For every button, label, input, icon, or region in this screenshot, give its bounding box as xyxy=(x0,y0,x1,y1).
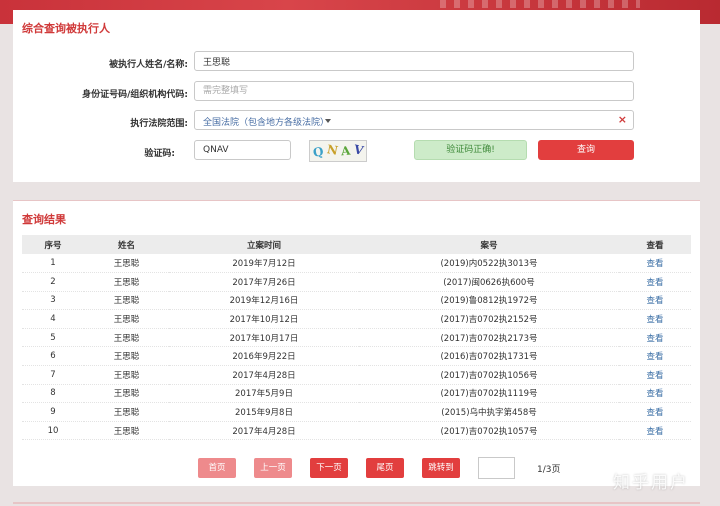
captcha-char: V xyxy=(352,142,365,158)
row-name: 王思聪 xyxy=(84,309,169,329)
row-case-number: (2016)吉0702执1731号 xyxy=(359,346,619,367)
captcha-status-badge: 验证码正确! xyxy=(414,140,527,160)
row-case-number: (2019)鲁0812执1972号 xyxy=(359,291,619,311)
captcha-label: 验证码: xyxy=(144,149,175,159)
row-case-number: (2017)吉0702执2173号 xyxy=(359,328,619,348)
court-select-value: 全国法院（包含地方各级法院） xyxy=(203,118,330,128)
clear-icon[interactable]: × xyxy=(618,113,627,126)
row-index: 2 xyxy=(22,272,84,292)
captcha-char: N xyxy=(325,142,340,158)
captcha-char: A xyxy=(340,143,351,159)
row-index: 9 xyxy=(22,402,84,422)
row-date: 2019年7月12日 xyxy=(169,254,359,274)
table-row: 5 王思聪 2017年10月17日 (2017)吉0702执2173号 查看 xyxy=(22,328,691,348)
row-date: 2017年7月26日 xyxy=(169,272,359,292)
results-panel-title: 查询结果 xyxy=(22,213,66,226)
id-input[interactable] xyxy=(194,81,634,101)
court-label: 执行法院范围: xyxy=(130,119,188,129)
last-page-button[interactable]: 尾页 xyxy=(366,458,404,478)
row-case-number: (2019)内0522执3013号 xyxy=(359,254,619,274)
table-row: 10 王思聪 2017年4月28日 (2017)吉0702执1057号 查看 xyxy=(22,421,691,441)
row-index: 1 xyxy=(22,254,84,274)
view-link[interactable]: 查看 xyxy=(619,254,691,274)
view-link[interactable]: 查看 xyxy=(619,309,691,329)
name-input[interactable] xyxy=(194,51,634,71)
row-name: 王思聪 xyxy=(84,402,169,422)
next-page-button[interactable]: 下一页 xyxy=(310,458,348,478)
row-case-number: (2017)吉0702执1119号 xyxy=(359,384,619,404)
view-link[interactable]: 查看 xyxy=(619,384,691,404)
row-name: 王思聪 xyxy=(84,272,169,292)
row-date: 2016年9月22日 xyxy=(169,346,359,367)
row-index: 10 xyxy=(22,421,84,441)
search-panel: 综合查询被执行人 被执行人姓名/名称: 身份证号码/组织机构代码: 执行法院范围… xyxy=(13,10,700,182)
court-select[interactable]: 全国法院（包含地方各级法院） × xyxy=(194,110,634,130)
view-link[interactable]: 查看 xyxy=(619,421,691,441)
row-date: 2017年4月28日 xyxy=(169,365,359,385)
chevron-down-icon xyxy=(325,119,331,123)
table-row: 1 王思聪 2019年7月12日 (2019)内0522执3013号 查看 xyxy=(22,254,691,274)
view-link[interactable]: 查看 xyxy=(619,291,691,311)
row-name: 王思聪 xyxy=(84,365,169,385)
bottom-divider xyxy=(13,502,700,504)
table-row: 8 王思聪 2017年5月9日 (2017)吉0702执1119号 查看 xyxy=(22,384,691,404)
column-header: 案号 xyxy=(359,235,619,254)
row-date: 2017年4月28日 xyxy=(169,421,359,441)
column-header: 姓名 xyxy=(84,235,169,254)
row-case-number: (2017)吉0702执1057号 xyxy=(359,421,619,441)
view-link[interactable]: 查看 xyxy=(619,346,691,367)
view-link[interactable]: 查看 xyxy=(619,272,691,292)
row-name: 王思聪 xyxy=(84,421,169,441)
row-case-number: (2017)吉0702执2152号 xyxy=(359,309,619,329)
row-case-number: (2017)吉0702执1056号 xyxy=(359,365,619,385)
row-name: 王思聪 xyxy=(84,254,169,274)
row-index: 4 xyxy=(22,309,84,329)
row-index: 8 xyxy=(22,384,84,404)
column-header: 查看 xyxy=(619,235,691,254)
first-page-button[interactable]: 首页 xyxy=(198,458,236,478)
row-name: 王思聪 xyxy=(84,291,169,311)
captcha-char: Q xyxy=(312,144,325,160)
row-case-number: (2017)闽0626执600号 xyxy=(359,272,619,292)
column-header: 立案时间 xyxy=(169,235,359,254)
view-link[interactable]: 查看 xyxy=(619,328,691,348)
row-date: 2017年10月12日 xyxy=(169,309,359,329)
row-date: 2019年12月16日 xyxy=(169,291,359,311)
captcha-image[interactable]: Q N A V xyxy=(309,140,367,162)
view-link[interactable]: 查看 xyxy=(619,365,691,385)
table-row: 2 王思聪 2017年7月26日 (2017)闽0626执600号 查看 xyxy=(22,272,691,292)
row-index: 7 xyxy=(22,365,84,385)
captcha-input[interactable] xyxy=(194,140,291,160)
watermark: 知乎用户 xyxy=(613,473,689,493)
query-button[interactable]: 查询 xyxy=(538,140,634,160)
banner-decoration xyxy=(440,0,640,8)
row-date: 2017年10月17日 xyxy=(169,328,359,348)
row-name: 王思聪 xyxy=(84,328,169,348)
jump-page-button[interactable]: 跳转到 xyxy=(422,458,460,478)
results-table: 序号 姓名 立案时间 案号 查看 1 王思聪 2019年7月12日 (2019)… xyxy=(22,235,691,441)
prev-page-button[interactable]: 上一页 xyxy=(254,458,292,478)
view-link[interactable]: 查看 xyxy=(619,402,691,422)
page-number-input[interactable] xyxy=(478,457,515,479)
name-label: 被执行人姓名/名称: xyxy=(109,60,188,70)
row-index: 3 xyxy=(22,291,84,311)
search-panel-title: 综合查询被执行人 xyxy=(22,22,110,35)
table-header-row: 序号 姓名 立案时间 案号 查看 xyxy=(22,235,691,254)
table-row: 4 王思聪 2017年10月12日 (2017)吉0702执2152号 查看 xyxy=(22,309,691,329)
row-date: 2017年5月9日 xyxy=(169,384,359,404)
row-case-number: (2015)乌中执字第458号 xyxy=(359,402,619,422)
row-index: 6 xyxy=(22,346,84,367)
table-row: 6 王思聪 2016年9月22日 (2016)吉0702执1731号 查看 xyxy=(22,346,691,367)
table-row: 3 王思聪 2019年12月16日 (2019)鲁0812执1972号 查看 xyxy=(22,291,691,311)
row-index: 5 xyxy=(22,328,84,348)
row-name: 王思聪 xyxy=(84,346,169,367)
id-label: 身份证号码/组织机构代码: xyxy=(82,90,188,100)
row-date: 2015年9月8日 xyxy=(169,402,359,422)
table-row: 9 王思聪 2015年9月8日 (2015)乌中执字第458号 查看 xyxy=(22,402,691,422)
row-name: 王思聪 xyxy=(84,384,169,404)
page-info: 1/3页 xyxy=(537,465,561,475)
column-header: 序号 xyxy=(22,235,84,254)
results-panel: 查询结果 序号 姓名 立案时间 案号 查看 1 王思聪 2019年7月12日 (… xyxy=(13,200,700,486)
table-row: 7 王思聪 2017年4月28日 (2017)吉0702执1056号 查看 xyxy=(22,365,691,385)
